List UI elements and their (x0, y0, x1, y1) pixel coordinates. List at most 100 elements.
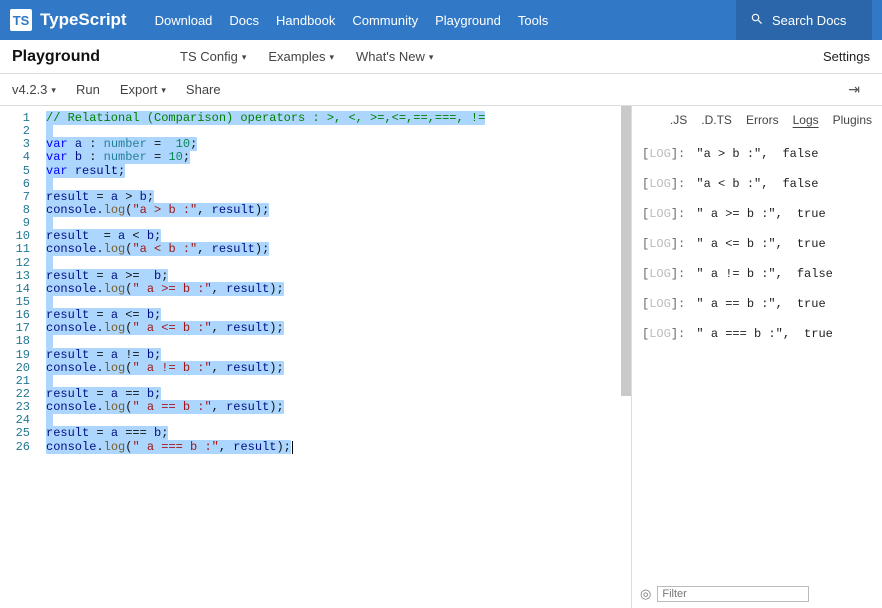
editor-toolbar: v4.2.3▾ Run Export▾ Share ⇥ (0, 74, 882, 106)
nav-handbook[interactable]: Handbook (276, 13, 335, 28)
log-label: [LOG]: (642, 297, 692, 311)
text-cursor (292, 441, 293, 454)
collapse-panel-icon[interactable]: ⇥ (848, 81, 870, 98)
log-row: [LOG]: " a != b :", false (640, 259, 874, 289)
line-number: 11 (0, 243, 30, 256)
nav-docs[interactable]: Docs (229, 13, 259, 28)
line-number: 21 (0, 375, 30, 388)
results-panel: .JS .D.TS Errors Logs Plugins [LOG]: "a … (632, 106, 882, 608)
code-line[interactable]: var result; (46, 165, 631, 178)
code-content[interactable]: // Relational (Comparison) operators : >… (40, 106, 631, 608)
filter-bar: ◎ (632, 580, 882, 608)
tab-errors[interactable]: Errors (746, 113, 779, 127)
top-navbar: TS TypeScript Download Docs Handbook Com… (0, 0, 882, 40)
log-value: true (797, 297, 826, 311)
log-label: [LOG]: (642, 237, 692, 251)
code-line[interactable]: console.log(" a === b :", result); (46, 441, 631, 454)
tab-plugins[interactable]: Plugins (833, 113, 872, 127)
line-number-gutter: 1234567891011121314151617181920212223242… (0, 106, 40, 608)
code-line[interactable]: console.log(" a <= b :", result); (46, 322, 631, 335)
chevron-down-icon: ▾ (161, 85, 166, 96)
log-value: true (804, 327, 833, 341)
log-row: [LOG]: " a >= b :", true (640, 199, 874, 229)
brand-title: TypeScript (40, 10, 127, 30)
log-row: [LOG]: " a === b :", true (640, 319, 874, 349)
code-line[interactable]: console.log(" a == b :", result); (46, 401, 631, 414)
line-number: 7 (0, 191, 30, 204)
chevron-down-icon: ▾ (429, 52, 434, 63)
log-message: " a <= b :", (696, 237, 782, 251)
sub-navbar: Playground TS Config▾ Examples▾ What's N… (0, 40, 882, 74)
log-label: [LOG]: (642, 207, 692, 221)
results-tabs: .JS .D.TS Errors Logs Plugins (632, 106, 882, 133)
code-line[interactable]: console.log(" a != b :", result); (46, 362, 631, 375)
editor-scrollbar[interactable] (621, 106, 631, 608)
log-row: [LOG]: "a > b :", false (640, 139, 874, 169)
code-line[interactable]: console.log(" a >= b :", result); (46, 283, 631, 296)
log-label: [LOG]: (642, 327, 692, 341)
nav-playground[interactable]: Playground (435, 13, 501, 28)
log-message: " a == b :", (696, 297, 782, 311)
chevron-down-icon: ▾ (329, 52, 334, 63)
share-button[interactable]: Share (186, 82, 221, 97)
line-number: 6 (0, 178, 30, 191)
log-label: [LOG]: (642, 147, 692, 161)
top-nav-links: Download Docs Handbook Community Playgro… (155, 13, 549, 28)
version-selector[interactable]: v4.2.3▾ (12, 82, 56, 97)
tab-js[interactable]: .JS (670, 113, 687, 127)
log-value: false (782, 147, 818, 161)
log-row: [LOG]: "a < b :", false (640, 169, 874, 199)
chevron-down-icon: ▾ (242, 52, 247, 63)
page-title: Playground (12, 48, 100, 66)
line-number: 19 (0, 349, 30, 362)
settings-link[interactable]: Settings (823, 49, 870, 64)
search-placeholder: Search Docs (772, 13, 846, 28)
log-message: "a > b :", (696, 147, 768, 161)
whats-new-menu[interactable]: What's New▾ (356, 49, 433, 64)
log-row: [LOG]: " a <= b :", true (640, 229, 874, 259)
log-message: " a != b :", (696, 267, 782, 281)
ts-config-menu[interactable]: TS Config▾ (180, 49, 246, 64)
log-message: " a === b :", (696, 327, 790, 341)
tab-logs[interactable]: Logs (793, 113, 819, 127)
filter-input[interactable] (657, 586, 809, 602)
line-number: 12 (0, 257, 30, 270)
chevron-down-icon: ▾ (51, 85, 56, 96)
line-number: 13 (0, 270, 30, 283)
log-label: [LOG]: (642, 177, 692, 191)
line-number: 25 (0, 427, 30, 440)
code-line[interactable]: // Relational (Comparison) operators : >… (46, 112, 631, 125)
line-number: 18 (0, 335, 30, 348)
code-line[interactable]: console.log("a < b :", result); (46, 243, 631, 256)
logo-icon: TS (10, 9, 32, 31)
line-number: 5 (0, 165, 30, 178)
code-line[interactable]: var b : number = 10; (46, 151, 631, 164)
nav-tools[interactable]: Tools (518, 13, 548, 28)
log-row: [LOG]: " a == b :", true (640, 289, 874, 319)
scroll-thumb[interactable] (621, 106, 631, 396)
log-output: [LOG]: "a > b :", false [LOG]: "a < b :", f… (632, 133, 882, 580)
log-message: " a >= b :", (696, 207, 782, 221)
log-message: "a < b :", (696, 177, 768, 191)
eye-slash-icon[interactable]: ◎ (640, 586, 651, 602)
log-value: false (782, 177, 818, 191)
log-value: true (797, 237, 826, 251)
line-number: 26 (0, 441, 30, 454)
line-number: 14 (0, 283, 30, 296)
nav-download[interactable]: Download (155, 13, 213, 28)
search-icon (750, 12, 764, 29)
nav-community[interactable]: Community (352, 13, 418, 28)
log-value: true (797, 207, 826, 221)
examples-menu[interactable]: Examples▾ (268, 49, 334, 64)
log-value: false (797, 267, 833, 281)
code-editor[interactable]: 1234567891011121314151617181920212223242… (0, 106, 632, 608)
search-input[interactable]: Search Docs (736, 0, 872, 40)
export-menu[interactable]: Export▾ (120, 82, 166, 97)
tab-dts[interactable]: .D.TS (701, 113, 732, 127)
run-button[interactable]: Run (76, 82, 100, 97)
line-number: 20 (0, 362, 30, 375)
code-line[interactable]: console.log("a > b :", result); (46, 204, 631, 217)
main-split: 1234567891011121314151617181920212223242… (0, 106, 882, 608)
log-label: [LOG]: (642, 267, 692, 281)
line-number: 4 (0, 151, 30, 164)
